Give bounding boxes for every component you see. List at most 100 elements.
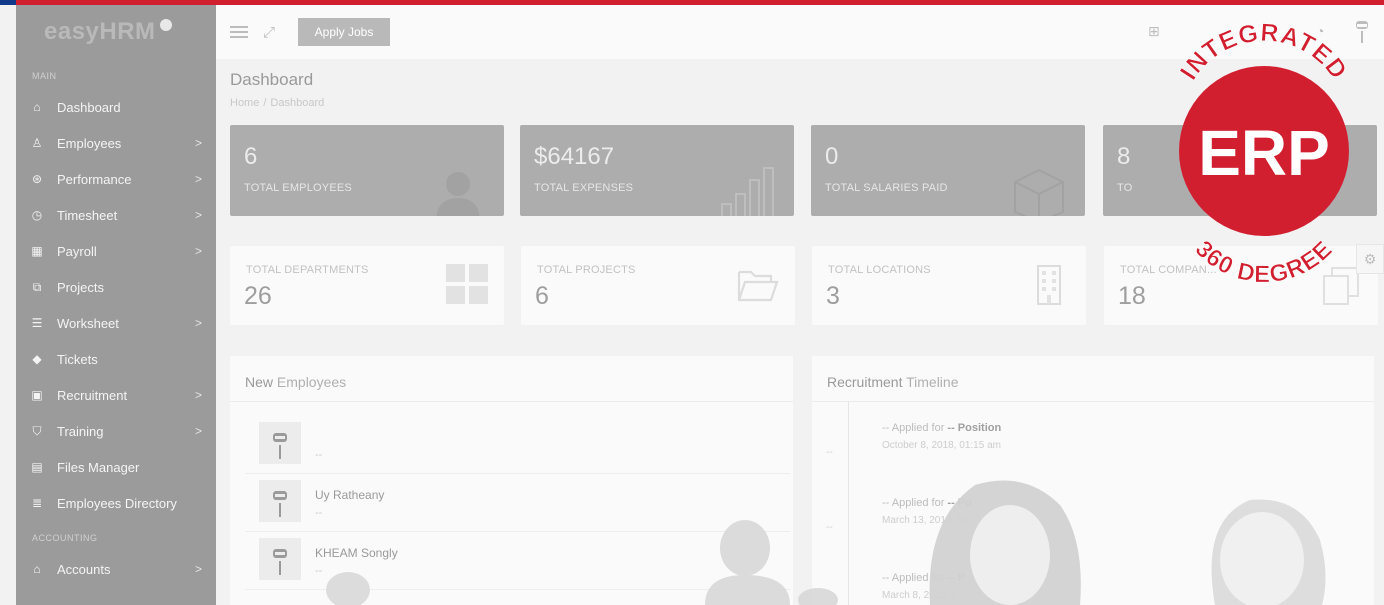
stat-value: 0 (825, 143, 839, 170)
sidebar-item-label: Worksheet (57, 315, 119, 331)
calculator-icon: ▦ (31, 244, 43, 258)
employee-avatar (259, 422, 301, 464)
sidebar: easyHRM MAIN ⌂ Dashboard ♙ Employees > ⊛ Perfo… (16, 5, 216, 605)
employee-avatar (259, 480, 301, 522)
sidebar-item-label: Recruitment (57, 387, 128, 403)
timeline-line (848, 402, 849, 605)
bank-icon: ⌂ (33, 562, 41, 576)
fullscreen-icon[interactable]: ⤢ (263, 24, 275, 41)
stat-card-locations[interactable]: TOTAL LOCATIONS 3 (812, 246, 1086, 325)
timeline-item[interactable]: -- -- Applied for -- Po March 13, 2018, 06 (812, 497, 1372, 553)
erp-badge: INTEGRATED ERP 360 DEGREE (1174, 18, 1352, 289)
timeline-text: -- Applied for -- Po (882, 497, 972, 509)
sidebar-item-label: Employees Directory (57, 495, 177, 511)
sidebar-item-label: Performance (57, 171, 132, 187)
stat-label: TOTAL LOCATIONS (828, 264, 931, 276)
sidebar-item-label: Timesheet (57, 207, 118, 223)
panel-title: Recruitment Timeline (812, 356, 1374, 402)
breadcrumb-separator: / (263, 97, 267, 109)
user-silhouette-icon (436, 172, 480, 216)
sidebar-item-label: Employees (57, 135, 122, 151)
chevron-right-icon: > (194, 244, 202, 258)
stat-card-salaries[interactable]: 0 TOTAL SALARIES PAID (811, 125, 1085, 216)
employee-row[interactable]: Uy Ratheany -- (245, 474, 790, 532)
sidebar-item-payroll[interactable]: ▦ Payroll > (16, 233, 216, 269)
brand-logo[interactable]: easyHRM (16, 5, 216, 59)
box-icon (1014, 168, 1064, 216)
ticket-icon: ◆ (32, 352, 42, 366)
smiley-icon (159, 19, 172, 31)
seal-bottom-text: 360 DEGREE (1190, 235, 1338, 289)
folder-open-icon (737, 270, 779, 302)
graduation-cap-icon: ⛉ (32, 423, 42, 438)
timeline-item[interactable]: -- -- Applied for -- P March 8, 2018, 0 (812, 572, 1372, 605)
chevron-right-icon: > (194, 388, 202, 402)
timeline-prefix: -- Applied for (882, 422, 948, 434)
sidebar-item-label: Accounts (57, 561, 111, 577)
employee-name[interactable]: KHEAM Songly (315, 546, 398, 560)
chevron-right-icon: > (194, 208, 202, 222)
sidebar-item-employees[interactable]: ♙ Employees > (16, 125, 216, 161)
list-icon: ☰ (31, 316, 43, 330)
sidebar-item-recruitment[interactable]: ▣ Recruitment > (16, 377, 216, 413)
timeline-date: October 8, 2018, 01:15 am (882, 440, 1001, 451)
sidebar-item-label: Payroll (57, 243, 97, 259)
new-employees-panel: New Employees -- Uy Ratheany -- KHEAM Songl… (230, 356, 793, 605)
performance-icon: ⊛ (31, 172, 43, 186)
sidebar-item-employees-directory[interactable]: ≣ Employees Directory (16, 485, 216, 521)
apply-jobs-button[interactable]: Apply Jobs (298, 18, 390, 46)
brand-name: easyHRM (44, 18, 156, 45)
timeline-date: March 8, 2018, 0 (882, 590, 958, 601)
employee-designation: -- (315, 565, 323, 577)
timeline-item[interactable]: -- -- Applied for -- Position October 8, 2… (812, 422, 1372, 478)
stat-label: TOTAL PROJECTS (537, 264, 636, 276)
timeline-position: -- P (947, 572, 966, 584)
timeline-date: March 13, 2018, 06 (882, 515, 969, 526)
nav-section-accounting: ACCOUNTING (32, 533, 98, 543)
sidebar-item-projects[interactable]: ⧉ Projects (16, 269, 216, 305)
employee-row[interactable]: KHEAM Songly -- (245, 532, 790, 590)
timeline-position: -- Position (947, 422, 1002, 434)
sidebar-item-files-manager[interactable]: ▤ Files Manager (16, 449, 216, 485)
sidebar-item-performance[interactable]: ⊛ Performance > (16, 161, 216, 197)
top-accent-corner (0, 0, 16, 5)
sidebar-item-dashboard[interactable]: ⌂ Dashboard (16, 89, 216, 125)
stat-label: TOTAL EXPENSES (534, 182, 634, 194)
timeline-text: -- Applied for -- Position (882, 422, 1001, 434)
sidebar-item-worksheet[interactable]: ☰ Worksheet > (16, 305, 216, 341)
panel-title-bold: Recruitment (827, 374, 903, 390)
timeline-marker: -- (826, 597, 833, 605)
breadcrumb-home[interactable]: Home (230, 97, 259, 109)
hamburger-menu-icon[interactable] (230, 26, 248, 38)
sidebar-item-accounts[interactable]: ⌂ Accounts > (16, 551, 216, 587)
employee-row[interactable]: -- (245, 416, 790, 474)
chevron-right-icon: > (194, 316, 202, 330)
recruitment-icon: ▣ (31, 388, 43, 402)
employee-designation: -- (315, 449, 323, 461)
sidebar-item-training[interactable]: ⛉ Training > (16, 413, 216, 449)
stat-card-employees[interactable]: 6 TOTAL EMPLOYEES (230, 125, 504, 216)
stat-value: 8 (1117, 143, 1131, 170)
employee-name[interactable]: Uy Ratheany (315, 488, 384, 502)
stat-card-projects[interactable]: TOTAL PROJECTS 6 (521, 246, 795, 325)
stat-label: TO (1117, 182, 1133, 194)
stat-value: $64167 (534, 143, 615, 170)
sidebar-item-timesheet[interactable]: ◷ Timesheet > (16, 197, 216, 233)
timeline-marker: -- (826, 447, 833, 458)
bar-chart-icon (721, 167, 774, 216)
chevron-right-icon: > (194, 424, 202, 438)
employee-avatar (259, 538, 301, 580)
clock-icon: ◷ (31, 208, 43, 222)
timeline-text: -- Applied for -- P (882, 572, 965, 584)
sidebar-item-tickets[interactable]: ◆ Tickets (16, 341, 216, 377)
stat-card-expenses[interactable]: $64167 TOTAL EXPENSES (520, 125, 794, 216)
building-icon (1037, 265, 1061, 305)
timeline-prefix: -- Applied for (882, 497, 948, 509)
breadcrumb-current: Dashboard (270, 97, 325, 109)
stat-card-departments[interactable]: TOTAL DEPARTMENTS 26 (230, 246, 504, 325)
sidebar-item-label: Projects (57, 279, 104, 295)
chevron-right-icon: > (194, 562, 202, 576)
breadcrumb: Home / Dashboard (230, 97, 324, 109)
file-icon: ▤ (31, 460, 43, 474)
projects-icon: ⧉ (32, 279, 42, 294)
